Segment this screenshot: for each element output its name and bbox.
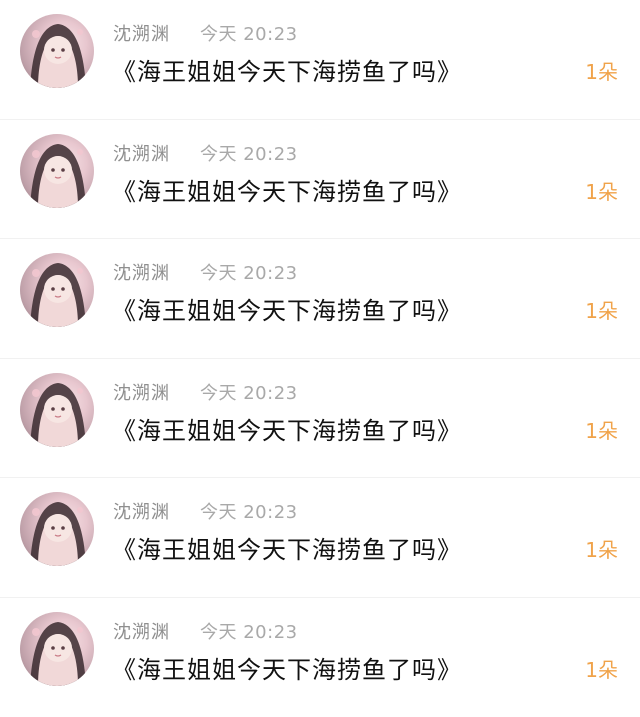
list-item[interactable]: 沈溯渊 今天 20:23 《海王姐姐今天下海捞鱼了吗》 1朵	[0, 120, 640, 240]
list-item[interactable]: 沈溯渊 今天 20:23 《海王姐姐今天下海捞鱼了吗》 1朵	[0, 478, 640, 598]
avatar-illustration-icon	[20, 612, 94, 686]
user-avatar[interactable]	[20, 14, 94, 88]
list-item[interactable]: 沈溯渊 今天 20:23 《海王姐姐今天下海捞鱼了吗》 1朵	[0, 359, 640, 479]
timestamp: 今天 20:23	[200, 379, 298, 405]
timestamp: 今天 20:23	[200, 140, 298, 166]
avatar-illustration-icon	[20, 253, 94, 327]
timestamp: 今天 20:23	[200, 259, 298, 285]
timestamp: 今天 20:23	[200, 498, 298, 524]
flower-count: 1朵	[585, 56, 618, 85]
flower-count: 1朵	[585, 415, 618, 444]
sender-name: 沈溯渊	[113, 140, 170, 166]
flower-count: 1朵	[585, 534, 618, 563]
avatar-illustration-icon	[20, 134, 94, 208]
user-avatar[interactable]	[20, 134, 94, 208]
list-item[interactable]: 沈溯渊 今天 20:23 《海王姐姐今天下海捞鱼了吗》 1朵	[0, 239, 640, 359]
message-text: 《海王姐姐今天下海捞鱼了吗》	[112, 52, 462, 87]
sender-name: 沈溯渊	[113, 379, 170, 405]
message-text: 《海王姐姐今天下海捞鱼了吗》	[112, 530, 462, 565]
message-text: 《海王姐姐今天下海捞鱼了吗》	[112, 291, 462, 326]
user-avatar[interactable]	[20, 373, 94, 447]
user-avatar[interactable]	[20, 253, 94, 327]
user-avatar[interactable]	[20, 492, 94, 566]
timestamp: 今天 20:23	[200, 618, 298, 644]
message-text: 《海王姐姐今天下海捞鱼了吗》	[112, 650, 462, 685]
avatar-illustration-icon	[20, 373, 94, 447]
sender-name: 沈溯渊	[113, 20, 170, 46]
avatar-illustration-icon	[20, 14, 94, 88]
flower-count: 1朵	[585, 295, 618, 324]
list-item[interactable]: 沈溯渊 今天 20:23 《海王姐姐今天下海捞鱼了吗》 1朵	[0, 0, 640, 120]
sender-name: 沈溯渊	[113, 498, 170, 524]
flower-count: 1朵	[585, 176, 618, 205]
timestamp: 今天 20:23	[200, 20, 298, 46]
flower-count: 1朵	[585, 654, 618, 683]
sender-name: 沈溯渊	[113, 618, 170, 644]
user-avatar[interactable]	[20, 612, 94, 686]
message-text: 《海王姐姐今天下海捞鱼了吗》	[112, 411, 462, 446]
avatar-illustration-icon	[20, 492, 94, 566]
message-text: 《海王姐姐今天下海捞鱼了吗》	[112, 172, 462, 207]
gift-record-list: 沈溯渊 今天 20:23 《海王姐姐今天下海捞鱼了吗》 1朵 沈溯渊 今天 20…	[0, 0, 640, 695]
list-item[interactable]: 沈溯渊 今天 20:23 《海王姐姐今天下海捞鱼了吗》 1朵	[0, 598, 640, 717]
sender-name: 沈溯渊	[113, 259, 170, 285]
